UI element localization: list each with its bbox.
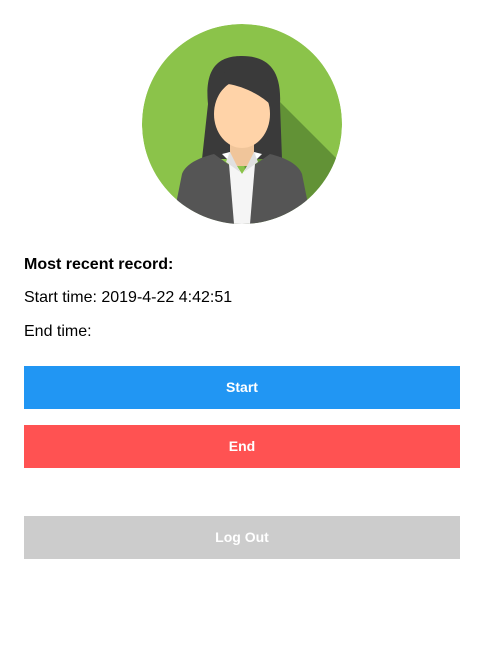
start-time-value: 2019-4-22 4:42:51 [101,289,233,306]
woman-user-avatar-icon [142,24,342,224]
end-time-label: End time: [24,323,92,340]
start-time-line: Start time: 2019-4-22 4:42:51 [24,288,232,308]
end-button[interactable]: End [24,425,460,468]
record-heading: Most recent record: [24,256,174,273]
end-time-line: End time: [24,322,92,342]
user-avatar [142,24,342,224]
start-button[interactable]: Start [24,366,460,409]
logout-button[interactable]: Log Out [24,516,460,559]
start-time-label: Start time: [24,289,97,306]
